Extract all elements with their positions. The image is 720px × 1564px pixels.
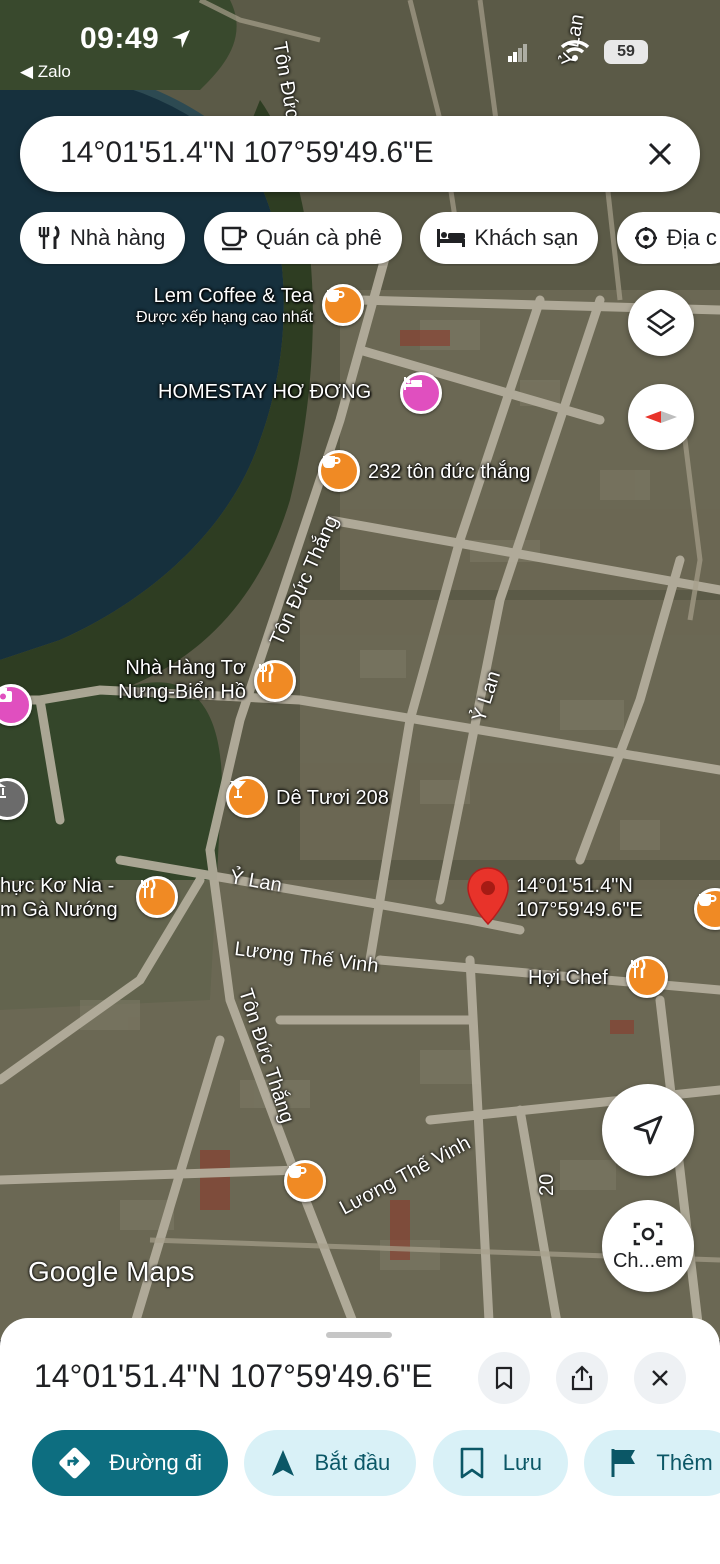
close-icon [652,1370,668,1386]
restaurant-icon [259,663,274,682]
search-query[interactable]: 14°01'51.4"N 107°59'49.6"E [60,136,434,170]
restaurant-icon [631,959,646,978]
add-label-button[interactable]: Thêm [584,1430,720,1496]
chip-coffee[interactable]: Quán cà phê [203,212,402,264]
dropped-pin-icon[interactable] [466,866,510,928]
save-button[interactable]: Lưu [432,1430,568,1496]
save-bookmark-button[interactable] [478,1352,530,1404]
chip-restaurants[interactable]: Nhà hàng [20,212,186,264]
poi-label[interactable]: Dê Tươi 208 [276,786,389,810]
poi-name: hực Kơ Nia - [0,875,115,897]
start-label: Bắt đầu [314,1450,391,1475]
poi-name: m Gà Nướng [0,899,118,921]
close-sheet-button[interactable] [634,1352,686,1404]
pin-latitude: 14°01'51.4"N [516,875,633,897]
drag-handle[interactable] [326,1332,392,1338]
poi-label[interactable]: Lem Coffee & Tea Được xếp hạng cao nhất [115,284,313,327]
status-bar: 09:49 ◀ Zalo 59 [0,0,720,90]
flag-icon [611,1449,636,1477]
coffee-icon [289,1166,307,1178]
navigation-icon [272,1450,295,1476]
compass-button[interactable] [628,384,694,450]
hotel-icon [437,229,466,247]
pin-longitude: 107°59'49.6"E [516,899,643,921]
bookmark-icon [460,1447,484,1479]
place-bottom-sheet[interactable]: 14°01'51.4"N 107°59'49.6"E Đường đi Bắt … [0,1318,720,1564]
coffee-icon [221,226,247,251]
clock: 09:49 [80,22,160,55]
coffee-icon [323,456,341,468]
coffee-icon [699,894,717,906]
chip-label: Quán cà phê [255,225,382,250]
place-title: 14°01'51.4"N 107°59'49.6"E [34,1358,433,1394]
camera-search-icon [633,1222,663,1245]
google-maps-logo: Google Maps [28,1256,195,1287]
chip-attractions[interactable]: Địa c [616,212,720,264]
my-location-button[interactable] [602,1084,694,1176]
bar-icon [230,781,246,798]
cellular-signal-icon [508,44,527,62]
restaurant-poi-marker[interactable] [254,660,296,702]
compass-icon [645,411,677,423]
action-buttons: Đường đi Bắt đầu Lưu Thêm [32,1430,720,1496]
pin-label: 14°01'51.4"N 107°59'49.6"E [516,874,643,922]
directions-icon [59,1447,91,1479]
start-navigation-button[interactable]: Bắt đầu [244,1430,417,1496]
poi-name: Lem Coffee & Tea [153,285,313,307]
poi-name: Nưng-Biển Hồ [118,681,246,703]
attraction-icon [634,227,657,249]
coffee-icon [327,290,345,302]
poi-label[interactable]: HOMESTAY HƠ ĐƠNG [158,380,371,404]
restaurant-icon [141,879,156,898]
chip-hotels[interactable]: Khách sạn [420,212,599,264]
chip-label: Nhà hàng [70,225,166,250]
directions-button[interactable]: Đường đi [32,1430,228,1496]
category-chips: Nhà hàng Quán cà phê Khách sạn Địa c [20,212,720,266]
camera-icon [0,688,12,702]
restaurant-poi-marker[interactable] [626,956,668,998]
lens-label: Ch...em [612,1249,684,1272]
back-to-app-link[interactable]: ◀ Zalo [20,62,71,82]
layers-button[interactable] [628,290,694,356]
chip-label: Khách sạn [474,225,579,250]
bar-poi-marker[interactable] [226,776,268,818]
restaurant-icon [38,225,60,249]
poi-label[interactable]: 232 tôn đức thắng [368,460,530,484]
hotel-poi-marker[interactable] [400,372,442,414]
layers-icon [646,308,676,337]
battery-indicator: 59 [604,40,648,64]
wifi-icon [560,40,590,61]
close-icon[interactable] [644,138,676,170]
poi-label[interactable]: hực Kơ Nia - m Gà Nướng [0,874,118,922]
share-icon [571,1365,593,1391]
save-label: Lưu [502,1450,542,1475]
museum-icon [0,783,6,798]
road-label: 20 [536,1173,558,1196]
lens-button[interactable]: Ch...em [602,1200,694,1292]
bookmark-icon [495,1366,513,1390]
restaurant-poi-marker[interactable] [136,876,178,918]
coffee-poi-marker[interactable] [318,450,360,492]
poi-label[interactable]: Nhà Hàng Tơ Nưng-Biển Hồ [98,656,246,704]
search-bar[interactable]: 14°01'51.4"N 107°59'49.6"E [20,116,700,192]
poi-subtitle: Được xếp hạng cao nhất [136,309,313,326]
poi-label[interactable]: Hợi Chef [528,966,608,990]
directions-label: Đường đi [109,1450,202,1475]
location-arrow-icon [172,30,190,48]
coffee-poi-marker[interactable] [284,1160,326,1202]
navigation-arrow-icon [633,1115,663,1145]
poi-name: Nhà Hàng Tơ [125,657,246,679]
coffee-poi-marker[interactable] [322,284,364,326]
hotel-icon [404,377,422,390]
more-label: Thêm [656,1450,713,1475]
chip-label: Địa c [666,225,717,250]
share-button[interactable] [556,1352,608,1404]
